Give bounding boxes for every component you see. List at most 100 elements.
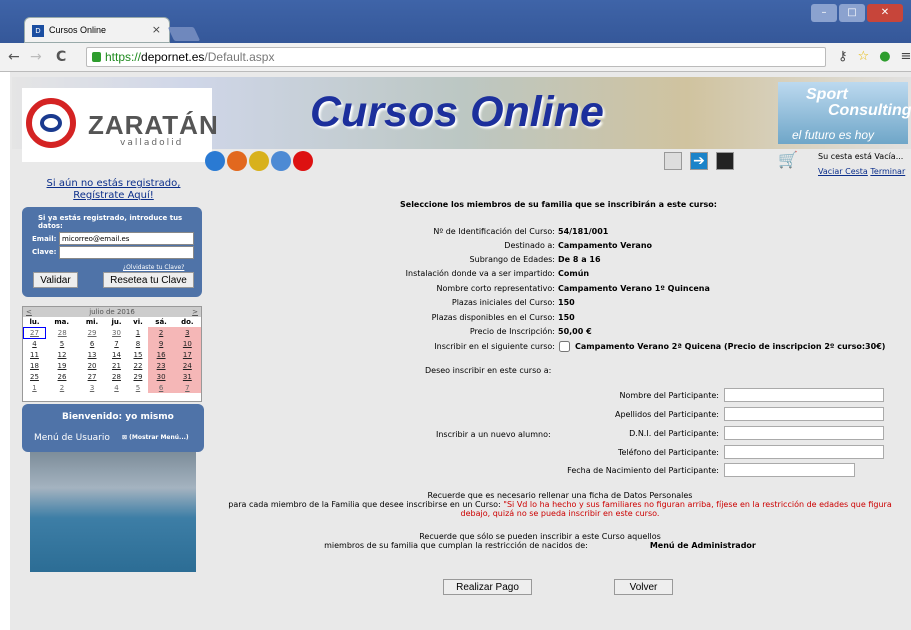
field-value: De 8 a 16 — [558, 255, 601, 264]
show-menu-link[interactable]: ⊠ (Mostrar Menú...) — [122, 434, 189, 441]
calendar-day-header: do. — [181, 318, 194, 326]
bookmark-star-icon[interactable]: ☆ — [858, 49, 870, 64]
calendar-day[interactable]: 24 — [173, 360, 201, 371]
calendar-day[interactable]: 11 — [24, 349, 46, 360]
calendar-day[interactable]: 8 — [127, 338, 148, 349]
calendar-day[interactable]: 28 — [106, 371, 128, 382]
back-arrow-icon[interactable]: ← — [8, 49, 20, 65]
tab-close-icon[interactable]: × — [152, 23, 161, 36]
opera-icon[interactable] — [293, 151, 313, 171]
email-field[interactable] — [59, 232, 194, 245]
close-window-icon[interactable]: ✕ — [867, 4, 903, 22]
cart-icon[interactable]: 🛒 — [778, 150, 798, 169]
calendar-day[interactable]: 4 — [24, 338, 46, 349]
login-arrow-icon[interactable]: ➔ — [690, 152, 708, 170]
calendar-day[interactable]: 22 — [127, 360, 148, 371]
calendar-day[interactable]: 31 — [173, 371, 201, 382]
calendar-day[interactable]: 27 — [23, 326, 46, 339]
calendar: < julio de 2016 > lu. ma. mi. ju. vi. sá. do. … — [22, 306, 202, 402]
calendar-day[interactable]: 6 — [79, 338, 106, 349]
empty-cart-link[interactable]: Vaciar Cesta — [818, 167, 868, 176]
zaratan-logo[interactable]: ZARATÁN valladolid — [22, 88, 218, 162]
calendar-day[interactable]: 13 — [79, 349, 106, 360]
chrome-icon[interactable] — [249, 151, 269, 171]
calendar-day[interactable]: 20 — [79, 360, 106, 371]
field-label: Subrango de Edades: — [469, 255, 555, 264]
calendar-day[interactable]: 7 — [106, 338, 128, 349]
calendar-day[interactable]: 3 — [173, 327, 201, 338]
participant-input[interactable] — [724, 426, 884, 440]
field-label: Precio de Inscripción: — [469, 327, 555, 336]
participant-input[interactable] — [724, 388, 884, 402]
forgot-password-link[interactable]: ¿Olvidaste tu Clave? — [123, 264, 184, 271]
firefox-icon[interactable] — [227, 151, 247, 171]
reset-password-button[interactable]: Resetea tu Clave — [103, 272, 194, 288]
calendar-day[interactable]: 18 — [24, 360, 46, 371]
calendar-day[interactable]: 4 — [106, 382, 128, 393]
pay-button[interactable]: Realizar Pago — [443, 579, 532, 595]
calendar-day[interactable]: 2 — [148, 327, 174, 338]
calendar-day[interactable]: 9 — [148, 338, 174, 349]
address-bar[interactable]: https://depornet.es/Default.aspx — [86, 47, 826, 67]
sport-consulting-logo[interactable]: Sport Consulting el futuro es hoy — [778, 82, 911, 144]
calendar-day[interactable]: 26 — [45, 371, 78, 382]
back-button[interactable]: Volver — [614, 579, 673, 595]
register-link[interactable]: Si aún no estás registrado, Regístrate A… — [22, 178, 205, 202]
key-icon[interactable]: ⚷ — [838, 49, 848, 64]
field-value: Campamento Verano 1º Quincena — [558, 284, 710, 293]
field-value: 50,00 € — [558, 327, 592, 336]
calendar-day[interactable]: 3 — [79, 382, 106, 393]
calendar-day[interactable]: 19 — [45, 360, 78, 371]
field-value: Campamento Verano 2ª Quicena (Precio de … — [575, 342, 886, 351]
lock-icon — [92, 52, 101, 62]
favicon-icon: D — [32, 25, 44, 37]
calendar-day[interactable]: 6 — [148, 382, 174, 393]
calendar-day[interactable]: 30 — [148, 371, 174, 382]
user-menu-label: Menú de Usuario — [34, 433, 110, 443]
calendar-day[interactable]: 12 — [45, 349, 78, 360]
reload-icon[interactable]: C — [56, 49, 66, 65]
calendar-day[interactable]: 7 — [173, 382, 201, 393]
fullscreen-icon[interactable] — [716, 152, 734, 170]
calendar-day[interactable]: 25 — [24, 371, 46, 382]
calendar-day[interactable]: 27 — [79, 371, 106, 382]
calendar-day[interactable]: 30 — [106, 327, 128, 338]
participant-input[interactable] — [724, 445, 884, 459]
calendar-day[interactable]: 29 — [127, 371, 148, 382]
calendar-next-icon[interactable]: > — [192, 308, 198, 316]
finish-link[interactable]: Terminar — [870, 167, 905, 176]
ie-icon[interactable] — [205, 151, 225, 171]
calendar-day[interactable]: 21 — [106, 360, 128, 371]
calendar-day[interactable]: 1 — [24, 382, 46, 393]
swimming-pool-photo — [30, 452, 196, 572]
safari-icon[interactable] — [271, 151, 291, 171]
calendar-day[interactable]: 2 — [45, 382, 78, 393]
url-host: depornet.es — [141, 50, 205, 64]
calendar-day[interactable]: 23 — [148, 360, 174, 371]
validate-button[interactable]: Validar — [33, 272, 78, 288]
maximize-icon[interactable]: □ — [839, 4, 865, 22]
browser-tab[interactable]: D Cursos Online × — [24, 17, 170, 43]
minimize-icon[interactable]: – — [811, 4, 837, 22]
calendar-day[interactable]: 28 — [45, 327, 78, 338]
password-field[interactable] — [59, 246, 194, 259]
extension-icon[interactable]: ● — [879, 49, 890, 64]
calendar-day[interactable]: 15 — [127, 349, 148, 360]
calendar-day[interactable]: 1 — [127, 327, 148, 338]
calendar-day[interactable]: 16 — [148, 349, 174, 360]
forward-arrow-icon[interactable]: → — [30, 49, 42, 65]
menu-icon[interactable]: ≡ — [901, 49, 911, 64]
participant-input[interactable] — [724, 463, 855, 477]
participant-input[interactable] — [724, 407, 884, 421]
second-course-checkbox[interactable] — [559, 341, 570, 352]
calendar-day[interactable]: 5 — [127, 382, 148, 393]
calendar-day[interactable]: 5 — [45, 338, 78, 349]
admin-menu-link[interactable]: Menú de Administrador — [650, 541, 756, 550]
field-label: Nombre corto representativo: — [436, 284, 555, 293]
calendar-day[interactable]: 29 — [79, 327, 106, 338]
calendar-day[interactable]: 17 — [173, 349, 201, 360]
calendar-day-header: mi. — [85, 318, 99, 326]
calendar-day[interactable]: 14 — [106, 349, 128, 360]
calendar-day[interactable]: 10 — [173, 338, 201, 349]
home-icon[interactable] — [664, 152, 682, 170]
